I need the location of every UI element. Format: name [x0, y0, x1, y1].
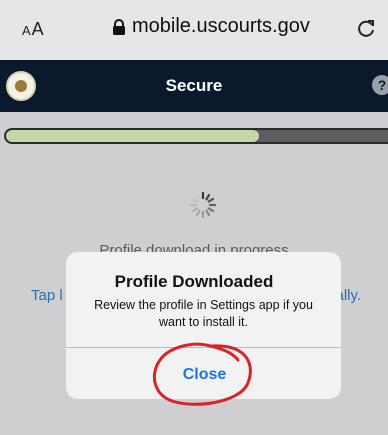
help-button[interactable]: ?: [372, 75, 388, 95]
lock-icon: [113, 18, 125, 35]
url-text: mobile.uscourts.gov: [132, 15, 310, 37]
reload-icon[interactable]: [354, 16, 378, 40]
progress-fill: [6, 130, 260, 142]
dialog-title: Profile Downloaded: [114, 272, 274, 291]
progress-bar: [4, 128, 388, 144]
text-size-large-a: A: [31, 19, 45, 39]
text-size-button[interactable]: AA: [22, 19, 45, 40]
text-size-small-a: A: [22, 23, 32, 38]
page-title: Secure: [165, 76, 223, 95]
page-header: Secure ?: [0, 60, 388, 112]
loading-spinner-icon: [189, 191, 217, 219]
browser-address-bar: AA mobile.uscourts.gov: [0, 0, 388, 60]
url-field[interactable]: mobile.uscourts.gov: [112, 15, 310, 38]
dialog-divider: [66, 347, 341, 348]
close-button[interactable]: Close: [157, 360, 252, 390]
dialog-message: Review the profile in Settings app if yo…: [94, 298, 313, 329]
